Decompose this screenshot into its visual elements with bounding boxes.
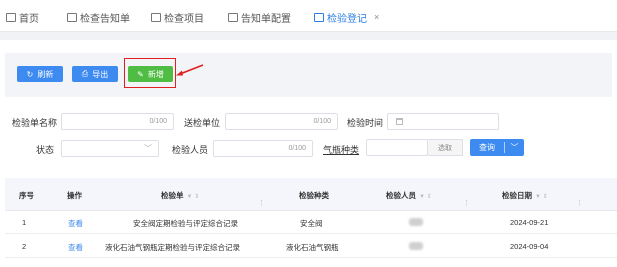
tab-inspection-items[interactable]: 检查项目 bbox=[151, 10, 204, 25]
cell-index: 2 bbox=[22, 242, 27, 251]
tab-notice-config[interactable]: 告知单配置 bbox=[228, 10, 291, 25]
folder-icon bbox=[67, 12, 77, 22]
table-row: 2 查看 液化石油气钢瓶定期检验与评定综合记录 液化石油气钢瓶 2024-09-… bbox=[5, 235, 617, 258]
tab-bar: 首页 检查告知单 检查项目 告知单配置 检验登记 × bbox=[0, 0, 617, 32]
chevron-down-icon: ﹀ bbox=[144, 144, 152, 153]
col-date-label: 检验日期 bbox=[502, 191, 532, 200]
unit-count: 0/100 bbox=[313, 118, 331, 125]
tab-label: 告知单配置 bbox=[241, 13, 291, 25]
status-select[interactable]: ﹀ bbox=[61, 140, 159, 157]
tab-label: 首页 bbox=[19, 13, 39, 25]
table-header: 序号 操作 检验单 ▼ ⇕ ⋮ 检验种类 检验人员 ▼ ⇕ ⋮ 检验日期 ▼ ⇕ ⋮ bbox=[5, 178, 617, 211]
pick-button[interactable]: 选取 bbox=[428, 139, 463, 156]
col-index: 序号 bbox=[19, 191, 34, 200]
tab-label: 检查告知单 bbox=[80, 13, 130, 25]
tab-inspection-notice[interactable]: 检查告知单 bbox=[67, 10, 130, 25]
column-resize-icon[interactable]: ⋮ bbox=[463, 199, 470, 207]
cell-date: 2024-09-04 bbox=[510, 242, 549, 251]
column-resize-icon[interactable]: ⋮ bbox=[576, 199, 583, 207]
highlight-box bbox=[124, 58, 176, 88]
col-action: 操作 bbox=[67, 191, 82, 200]
content-divider bbox=[0, 32, 617, 40]
refresh-label: 刷新 bbox=[37, 69, 54, 79]
col-date[interactable]: 检验日期 ▼ ⇕ bbox=[502, 190, 548, 201]
col-report[interactable]: 检验单 ▼ ⇕ bbox=[161, 190, 199, 201]
inspector-count: 0/100 bbox=[288, 145, 306, 152]
tab-inspection-registration[interactable]: 检验登记 × bbox=[314, 10, 379, 25]
refresh-button[interactable]: ↻ 刷新 bbox=[17, 66, 63, 82]
query-button[interactable]: 查询 ﹀ bbox=[470, 139, 524, 156]
tab-home[interactable]: 首页 bbox=[6, 10, 39, 25]
pick-label: 选取 bbox=[438, 144, 452, 152]
close-icon[interactable]: × bbox=[374, 12, 379, 22]
folder-icon bbox=[228, 12, 238, 22]
inspector-input[interactable]: 0/100 bbox=[213, 140, 313, 157]
col-report-label: 检验单 bbox=[161, 191, 184, 200]
report-name-count: 0/100 bbox=[149, 118, 167, 125]
redacted-name bbox=[409, 218, 423, 226]
filter-sort-icon[interactable]: ▼ ⇕ bbox=[535, 194, 548, 200]
cell-type: 安全阀 bbox=[300, 219, 323, 228]
cell-type: 液化石油气钢瓶 bbox=[286, 243, 339, 252]
view-link[interactable]: 查看 bbox=[68, 218, 83, 229]
tab-label: 检查项目 bbox=[164, 13, 204, 25]
report-name-input[interactable]: 0/100 bbox=[61, 113, 174, 130]
col-type: 检验种类 bbox=[299, 191, 329, 200]
time-label: 检验时间 bbox=[347, 118, 384, 128]
inspector-label: 检验人员 bbox=[172, 145, 209, 155]
unit-label: 送检单位 bbox=[184, 118, 221, 128]
cylinder-type-label[interactable]: 气瓶种类 bbox=[323, 143, 359, 156]
folder-icon bbox=[314, 12, 324, 22]
filter-sort-icon[interactable]: ▼ ⇕ bbox=[419, 194, 432, 200]
column-resize-icon[interactable]: ⋮ bbox=[258, 199, 265, 207]
export-label: 导出 bbox=[92, 69, 109, 79]
filter-sort-icon[interactable]: ▼ ⇕ bbox=[187, 194, 200, 200]
unit-input[interactable]: 0/100 bbox=[225, 113, 338, 130]
refresh-icon: ↻ bbox=[26, 69, 34, 79]
table-row: 1 查看 安全阀定期检验与评定综合记录 安全阀 2024-09-21 bbox=[5, 211, 617, 234]
folder-icon bbox=[6, 12, 16, 22]
export-icon: ⎙ bbox=[81, 69, 89, 78]
col-inspector-label: 检验人员 bbox=[386, 191, 416, 200]
report-name-label: 检验单名称 bbox=[12, 118, 58, 128]
redacted-name bbox=[409, 242, 423, 250]
cylinder-type-input[interactable] bbox=[366, 139, 428, 156]
action-toolbar: ↻ 刷新 ⎙ 导出 ✎ 新增 bbox=[5, 53, 612, 97]
status-label: 状态 bbox=[36, 145, 55, 155]
export-button[interactable]: ⎙ 导出 bbox=[72, 66, 118, 82]
folder-icon bbox=[151, 12, 161, 22]
annotation-arrow bbox=[176, 64, 204, 76]
cell-date: 2024-09-21 bbox=[510, 218, 549, 227]
cell-report: 安全阀定期检验与评定综合记录 bbox=[133, 219, 238, 228]
query-label: 查询 bbox=[479, 143, 495, 152]
time-picker[interactable] bbox=[387, 113, 499, 130]
cell-index: 1 bbox=[22, 218, 27, 227]
chevron-down-icon[interactable]: ﹀ bbox=[505, 142, 524, 153]
view-link[interactable]: 查看 bbox=[68, 242, 83, 253]
col-inspector[interactable]: 检验人员 ▼ ⇕ bbox=[386, 190, 432, 201]
calendar-icon bbox=[396, 118, 403, 125]
cell-report: 液化石油气钢瓶定期检验与评定综合记录 bbox=[105, 243, 240, 252]
tab-label: 检验登记 bbox=[327, 13, 367, 25]
